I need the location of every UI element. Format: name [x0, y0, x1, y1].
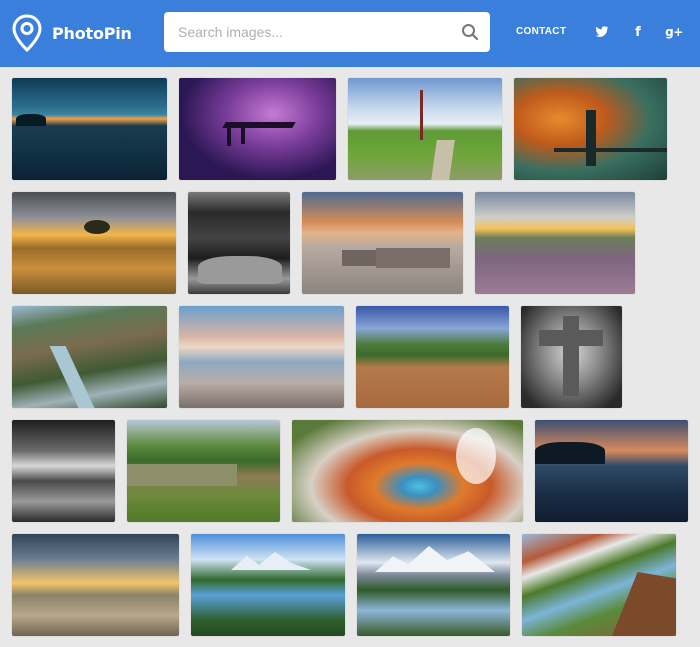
bridge-deck: [554, 148, 667, 152]
path: [431, 140, 455, 180]
cliff: [612, 572, 676, 636]
map-pin-icon: [12, 14, 42, 52]
facebook-button[interactable]: f: [628, 22, 648, 42]
photo-thumbnail[interactable]: [12, 78, 167, 180]
trees-silhouette: [535, 442, 605, 464]
photo-thumbnail[interactable]: [302, 192, 463, 294]
facebook-icon: f: [635, 24, 641, 40]
pier-post: [227, 122, 231, 146]
search-button[interactable]: [458, 20, 482, 44]
logo-text: PhotoPin: [52, 23, 132, 43]
search-icon: [462, 24, 479, 41]
rock: [376, 248, 450, 268]
twitter-button[interactable]: [592, 22, 612, 42]
photo-thumbnail[interactable]: [514, 78, 667, 180]
bridge-tower: [586, 110, 596, 166]
rock: [198, 256, 282, 284]
lighthouse-pole: [420, 90, 423, 140]
tree-silhouette: [16, 114, 46, 126]
photo-thumbnail[interactable]: [179, 306, 344, 408]
cross-vertical: [563, 316, 579, 396]
photo-thumbnail[interactable]: [12, 534, 179, 636]
pier-post: [241, 124, 245, 144]
photo-thumbnail[interactable]: [535, 420, 688, 522]
photo-thumbnail[interactable]: [475, 192, 635, 294]
nav-contact-link[interactable]: CONTACT: [516, 26, 566, 37]
photo-thumbnail[interactable]: [188, 192, 290, 294]
photo-thumbnail[interactable]: [292, 420, 523, 522]
steam: [456, 428, 496, 484]
photo-thumbnail[interactable]: [179, 78, 336, 180]
photo-thumbnail[interactable]: [522, 534, 676, 636]
top-header: PhotoPin CONTACT f g+: [0, 0, 700, 67]
photo-thumbnail[interactable]: [12, 306, 167, 408]
photo-thumbnail[interactable]: [356, 306, 509, 408]
photo-thumbnail[interactable]: [127, 420, 280, 522]
twitter-icon: [595, 26, 609, 37]
river: [49, 346, 95, 408]
logo[interactable]: PhotoPin: [12, 14, 132, 52]
snow-peaks: [375, 546, 495, 572]
water: [127, 464, 237, 486]
photo-thumbnail[interactable]: [521, 306, 622, 408]
google-plus-button[interactable]: g+: [664, 22, 684, 42]
cross-horizontal: [539, 330, 603, 346]
rock: [342, 250, 376, 266]
photo-thumbnail[interactable]: [12, 192, 176, 294]
search-input[interactable]: [164, 12, 454, 52]
photo-thumbnail[interactable]: [357, 534, 510, 636]
photo-thumbnail[interactable]: [191, 534, 345, 636]
google-plus-icon: g+: [665, 25, 683, 39]
snow-peaks: [231, 552, 311, 570]
pier: [222, 122, 296, 128]
tree: [84, 220, 110, 234]
search-box: [164, 12, 490, 52]
photo-thumbnail[interactable]: [348, 78, 502, 180]
photo-thumbnail[interactable]: [12, 420, 115, 522]
